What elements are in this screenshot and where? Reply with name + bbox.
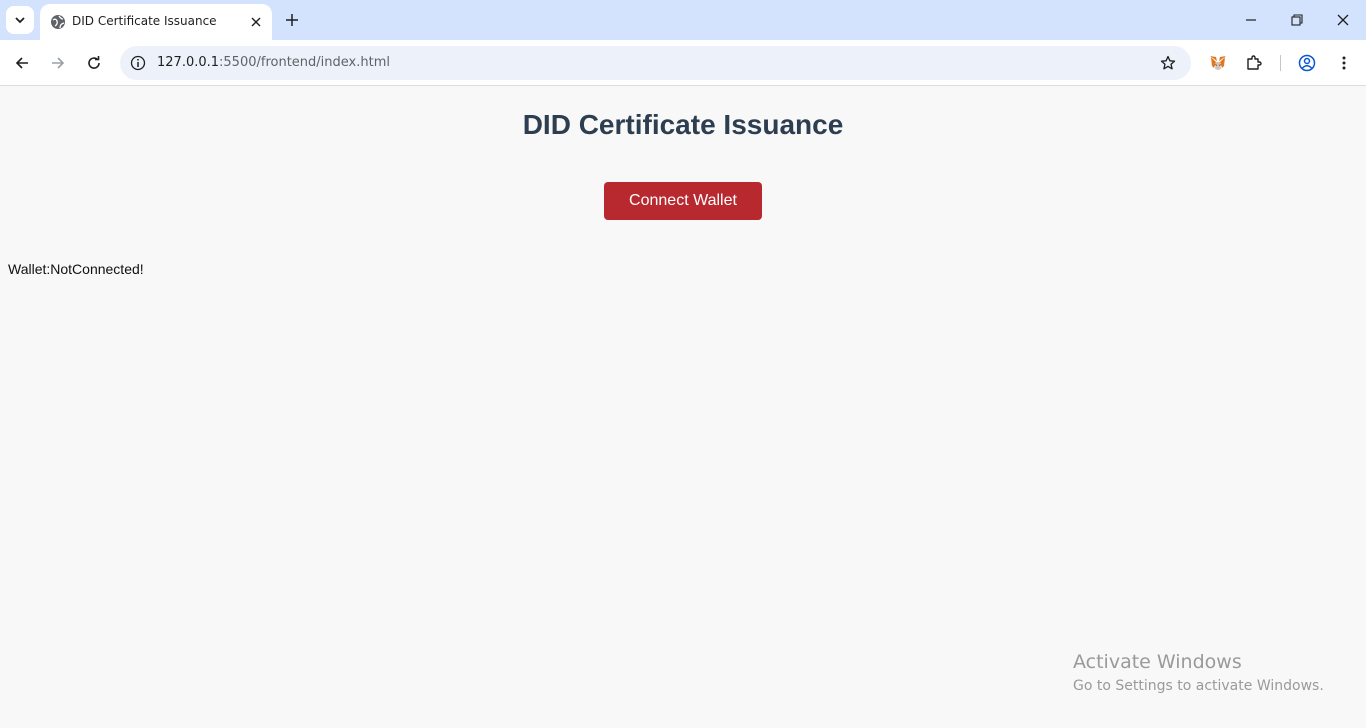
active-tab[interactable]: DID Certificate Issuance [40,4,272,40]
star-icon [1160,55,1176,70]
forward-button[interactable] [42,47,74,79]
address-bar[interactable]: 127.0.0.1:5500/frontend/index.html [120,46,1191,80]
minimize-icon [1246,19,1256,21]
windows-activation-watermark: Activate Windows Go to Settings to activ… [1073,651,1324,694]
site-info-button[interactable] [126,51,150,75]
tab-close-button[interactable] [246,12,266,32]
plus-icon [286,14,298,26]
menu-button[interactable] [1328,47,1360,79]
tab-title: DID Certificate Issuance [72,14,217,28]
extensions-button[interactable] [1238,47,1270,79]
url-text[interactable]: 127.0.0.1:5500/frontend/index.html [157,55,390,70]
back-button[interactable] [6,47,38,79]
fox-icon [1210,56,1226,70]
close-icon [1337,14,1349,26]
tab-search-button[interactable] [6,6,34,34]
chevron-down-icon [15,17,25,24]
minimize-button[interactable] [1228,0,1274,40]
restore-button[interactable] [1274,0,1320,40]
page-title: DID Certificate Issuance [522,109,844,140]
globe-icon [51,15,65,29]
new-tab-button[interactable] [280,8,304,32]
reload-icon [88,56,100,69]
watermark-line-2: Go to Settings to activate Windows. [1073,678,1324,694]
connect-wallet-button[interactable]: Connect Wallet [604,182,762,220]
info-icon [130,55,146,71]
url-path: :5500/frontend/index.html [219,55,390,70]
puzzle-icon [1247,55,1262,70]
url-host: 127.0.0.1 [157,55,220,70]
metamask-extension-button[interactable] [1202,47,1234,79]
bookmark-button[interactable] [1156,51,1180,75]
profile-button[interactable] [1291,47,1323,79]
arrow-right-icon [52,57,65,69]
toolbar-separator [1280,55,1281,71]
page-content: DID Certificate Issuance Connect Wallet … [0,87,1366,728]
wallet-status: Wallet:NotConnected! [8,261,144,277]
browser-toolbar: 127.0.0.1:5500/frontend/index.html [0,40,1366,86]
close-window-button[interactable] [1320,0,1366,40]
tab-strip: DID Certificate Issuance [0,0,1366,40]
watermark-line-1: Activate Windows [1073,651,1242,673]
more-vert-icon [1342,56,1346,70]
arrow-left-icon [15,57,28,69]
restore-icon [1291,14,1303,26]
close-icon [251,17,261,27]
reload-button[interactable] [78,47,110,79]
account-icon [1298,54,1316,72]
